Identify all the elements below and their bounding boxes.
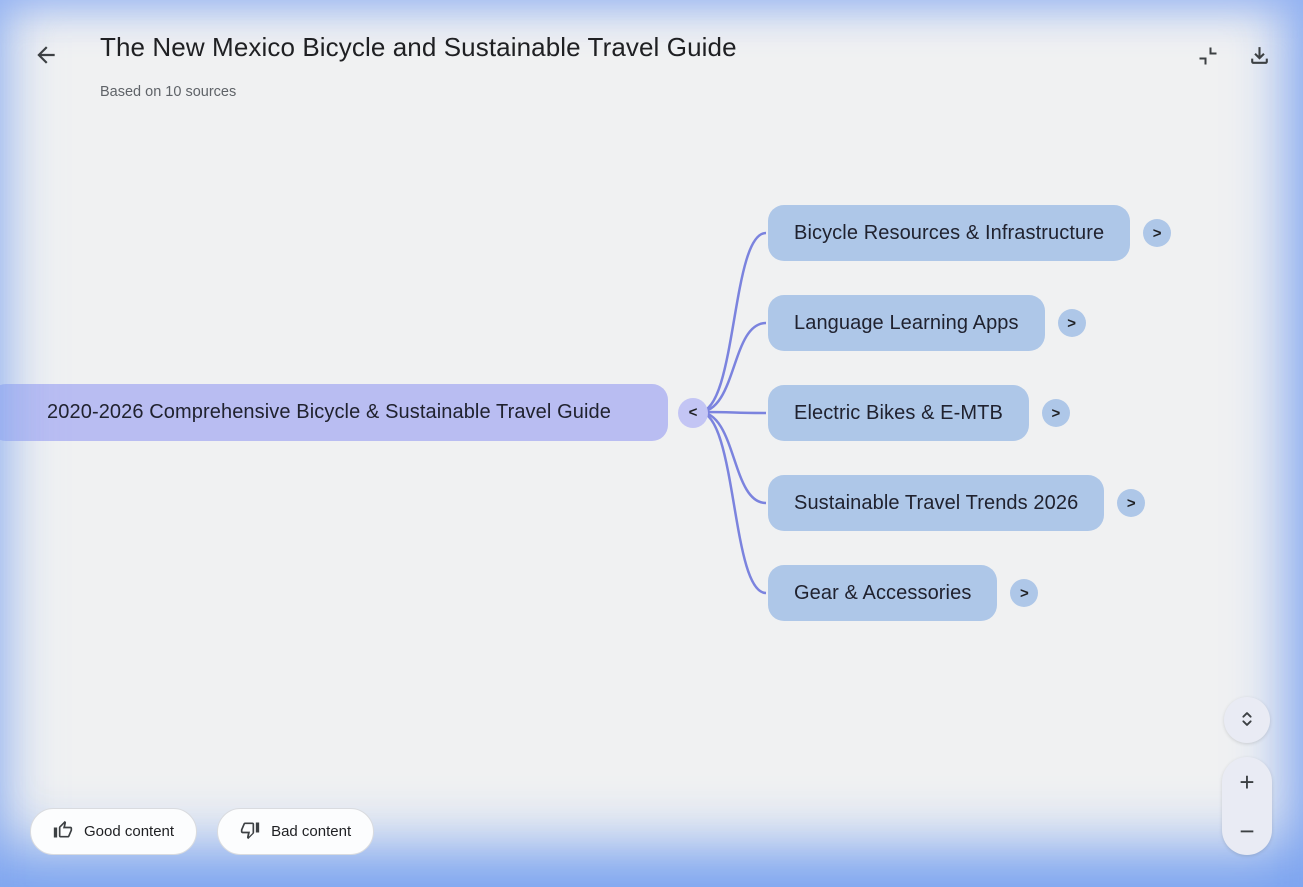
fit-to-view-button[interactable] [1224, 697, 1270, 743]
root-node-row: 2020-2026 Comprehensive Bicycle & Sustai… [0, 384, 708, 441]
child-node-row: Electric Bikes & E-MTB > [768, 385, 1070, 441]
collapse-view-button[interactable] [1193, 42, 1223, 72]
child-node-label: Language Learning Apps [794, 312, 1019, 335]
bad-content-label: Bad content [271, 823, 351, 840]
mindmap-links [0, 0, 1303, 887]
mindmap-child-node[interactable]: Sustainable Travel Trends 2026 [768, 475, 1104, 531]
mindmap-child-node[interactable]: Gear & Accessories [768, 565, 997, 621]
mindmap-child-node[interactable]: Language Learning Apps [768, 295, 1045, 351]
child-node-label: Bicycle Resources & Infrastructure [794, 222, 1104, 245]
header: The New Mexico Bicycle and Sustainable T… [0, 0, 1303, 115]
feedback-bar: Good content Bad content [30, 808, 374, 855]
expand-node-button[interactable]: > [1058, 309, 1086, 337]
link-curve [699, 412, 766, 593]
collapse-content-icon [1196, 44, 1220, 71]
good-content-button[interactable]: Good content [30, 808, 197, 855]
thumb-up-icon [53, 820, 73, 844]
zoom-out-button[interactable]: − [1222, 806, 1272, 855]
zoom-controls: + − [1222, 757, 1272, 855]
mindmap-canvas[interactable]: 2020-2026 Comprehensive Bicycle & Sustai… [0, 0, 1303, 887]
mindmap-child-node[interactable]: Bicycle Resources & Infrastructure [768, 205, 1130, 261]
child-node-row: Sustainable Travel Trends 2026 > [768, 475, 1145, 531]
expand-node-button[interactable]: > [1042, 399, 1070, 427]
expand-node-button[interactable]: > [1010, 579, 1038, 607]
child-node-row: Language Learning Apps > [768, 295, 1086, 351]
child-node-row: Gear & Accessories > [768, 565, 1038, 621]
child-node-label: Gear & Accessories [794, 582, 971, 605]
back-button[interactable] [30, 40, 62, 72]
child-node-label: Electric Bikes & E-MTB [794, 402, 1003, 425]
download-icon [1247, 43, 1272, 71]
thumb-down-icon [240, 820, 260, 844]
bad-content-button[interactable]: Bad content [217, 808, 374, 855]
back-arrow-icon [33, 42, 59, 71]
mindmap-child-node[interactable]: Electric Bikes & E-MTB [768, 385, 1029, 441]
child-node-row: Bicycle Resources & Infrastructure > [768, 205, 1171, 261]
child-node-label: Sustainable Travel Trends 2026 [794, 492, 1078, 515]
mindmap-root-node[interactable]: 2020-2026 Comprehensive Bicycle & Sustai… [0, 384, 668, 441]
link-curve [699, 412, 766, 413]
expand-node-button[interactable]: > [1117, 489, 1145, 517]
link-curve [699, 412, 766, 503]
root-node-label: 2020-2026 Comprehensive Bicycle & Sustai… [47, 401, 611, 424]
unfold-more-icon [1236, 708, 1258, 733]
good-content-label: Good content [84, 823, 174, 840]
zoom-in-button[interactable]: + [1222, 757, 1272, 806]
link-curve [699, 323, 766, 412]
collapse-node-button[interactable]: < [678, 398, 708, 428]
sources-subtitle: Based on 10 sources [100, 84, 236, 100]
download-button[interactable] [1244, 42, 1274, 72]
page-title: The New Mexico Bicycle and Sustainable T… [100, 32, 737, 63]
link-curve [699, 233, 766, 412]
expand-node-button[interactable]: > [1143, 219, 1171, 247]
mindmap-view: 2020-2026 Comprehensive Bicycle & Sustai… [0, 0, 1303, 887]
